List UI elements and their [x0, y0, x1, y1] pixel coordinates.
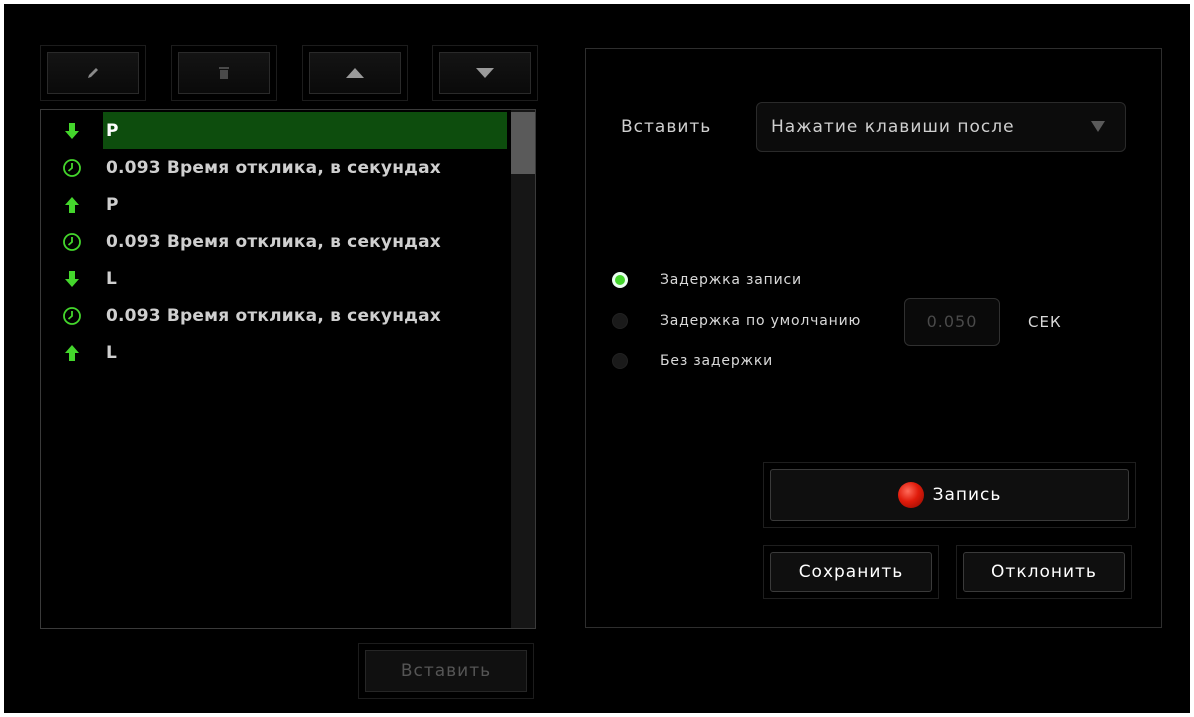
radio-label: Задержка записи — [660, 272, 802, 288]
radio-record-delay[interactable]: Задержка записи — [612, 272, 802, 288]
move-up-button-frame — [302, 45, 408, 101]
save-button[interactable]: Сохранить — [770, 552, 932, 592]
radio-label: Задержка по умолчанию — [660, 313, 862, 329]
clock-icon — [41, 297, 103, 334]
list-item[interactable]: 0.093 Время отклика, в секундах — [41, 223, 507, 260]
radio-no-delay[interactable]: Без задержки — [612, 353, 773, 369]
radio-default-delay[interactable]: Задержка по умолчанию — [612, 313, 861, 329]
move-up-button[interactable] — [309, 52, 401, 94]
edit-button[interactable] — [47, 52, 139, 94]
list-item-label: L — [106, 268, 118, 289]
record-button[interactable]: Запись — [770, 469, 1129, 521]
list-item[interactable]: L — [41, 260, 507, 297]
list-item[interactable]: 0.093 Время отклика, в секундах — [41, 149, 507, 186]
list-item-label: P — [106, 194, 119, 215]
record-button-frame: Запись — [763, 462, 1136, 528]
move-down-button-frame — [432, 45, 538, 101]
radio-button[interactable] — [612, 272, 628, 288]
insert-select-value: Нажатие клавиши после — [771, 117, 1015, 137]
radio-label: Без задержки — [660, 353, 774, 369]
move-down-button[interactable] — [439, 52, 531, 94]
cancel-button-frame: Отклонить — [956, 545, 1132, 599]
list-item-cell: P — [103, 186, 507, 223]
key-down-arrow-icon — [41, 260, 103, 297]
radio-button[interactable] — [612, 353, 628, 369]
list-item-label: P — [106, 120, 119, 141]
record-label: Запись — [932, 485, 1002, 505]
insert-label: Вставить — [621, 117, 712, 137]
default-delay-input[interactable]: 0.050 — [904, 298, 1000, 346]
list-item-cell: L — [103, 260, 507, 297]
delete-button[interactable] — [178, 52, 270, 94]
key-up-arrow-icon — [41, 186, 103, 223]
list-item[interactable]: P — [41, 186, 507, 223]
pencil-icon — [86, 66, 100, 80]
chevron-down-icon — [1091, 121, 1105, 132]
list-scrollbar[interactable] — [511, 110, 535, 628]
list-item[interactable]: L — [41, 334, 507, 371]
clock-icon — [41, 149, 103, 186]
list-item-cell: P — [103, 112, 507, 149]
list-item-label: 0.093 Время отклика, в секундах — [106, 231, 441, 252]
list-item-cell: 0.093 Время отклика, в секундах — [103, 297, 507, 334]
key-down-arrow-icon — [41, 112, 103, 149]
cancel-button[interactable]: Отклонить — [963, 552, 1125, 592]
list-item[interactable]: 0.093 Время отклика, в секундах — [41, 297, 507, 334]
list-item-cell: 0.093 Время отклика, в секундах — [103, 149, 507, 186]
key-up-arrow-icon — [41, 334, 103, 371]
list-item[interactable]: P — [41, 112, 507, 149]
insert-button[interactable]: Вставить — [365, 650, 527, 692]
list-item-label: L — [106, 342, 118, 363]
arrow-down-icon — [475, 67, 495, 79]
list-item-label: 0.093 Время отклика, в секундах — [106, 305, 441, 326]
delete-button-frame — [171, 45, 277, 101]
record-icon — [897, 482, 924, 508]
arrow-up-icon — [345, 67, 365, 79]
clock-icon — [41, 223, 103, 260]
radio-button[interactable] — [612, 313, 628, 329]
macro-list[interactable]: P 0.093 Время отклика, в секундах P 0.093 В… — [40, 109, 536, 629]
trash-icon — [218, 66, 230, 80]
edit-button-frame — [40, 45, 146, 101]
list-item-cell: 0.093 Время отклика, в секундах — [103, 223, 507, 260]
insert-position-select[interactable]: Нажатие клавиши после — [756, 102, 1126, 152]
delay-unit-label: СЕК — [1028, 313, 1062, 331]
scrollbar-thumb[interactable] — [511, 112, 535, 174]
list-item-label: 0.093 Время отклика, в секундах — [106, 157, 441, 178]
list-item-cell: L — [103, 334, 507, 371]
insert-button-frame: Вставить — [358, 643, 534, 699]
save-button-frame: Сохранить — [763, 545, 939, 599]
